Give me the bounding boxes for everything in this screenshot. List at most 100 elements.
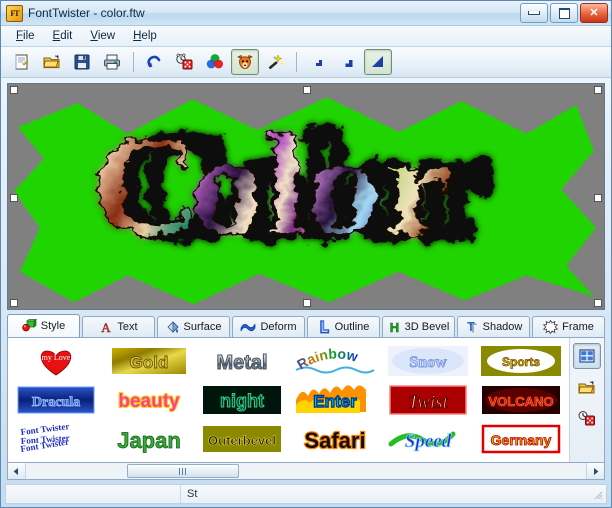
selection-handle[interactable] [594, 299, 602, 307]
tab-deform[interactable]: Deform [232, 316, 305, 337]
tab-style[interactable]: Style [7, 314, 80, 337]
open-folder-icon[interactable] [38, 49, 66, 75]
grip-line [185, 467, 187, 475]
gallery-item-japan[interactable]: Japan [104, 421, 195, 458]
size-small-icon[interactable] [304, 49, 332, 75]
gallery-item-font-twister[interactable]: Font Twister Font Twister Font Twister [11, 421, 102, 458]
color-circles-icon[interactable] [201, 49, 229, 75]
letter-h-icon: H [389, 320, 399, 334]
tab-strip: Style A Text Surface Deform Outline H 3D… [1, 310, 611, 337]
undo-icon[interactable] [141, 49, 169, 75]
style-preview: night [203, 385, 282, 414]
gallery-item-volcano[interactable]: VOLCANO [475, 381, 566, 418]
size-large-icon[interactable] [364, 49, 392, 75]
fox-head-icon[interactable] [231, 49, 259, 75]
gallery-item-metal[interactable]: Metal [197, 342, 288, 379]
tab-frame[interactable]: Frame [532, 316, 605, 337]
scroll-thumb[interactable] [126, 464, 239, 478]
gallery-item-twist[interactable]: Twist [382, 381, 473, 418]
gallery-item-beauty[interactable]: beauty beauty [104, 381, 195, 418]
gallery-item-germany[interactable]: Germany [475, 421, 566, 458]
tab-label: Text [117, 321, 138, 333]
status-bar: St [5, 484, 607, 504]
style-preview: Japan [117, 428, 181, 454]
menu-item-help[interactable]: Help [124, 28, 166, 44]
window-title: FontTwister - color.ftw [28, 6, 145, 20]
minimize-button[interactable] [520, 3, 548, 23]
gallery-item-gold[interactable]: Gold [104, 342, 195, 379]
selection-handle[interactable] [594, 193, 602, 202]
selection-handle[interactable] [10, 193, 18, 202]
menu-item-view[interactable]: View [81, 28, 124, 44]
window-controls: ✕ [520, 3, 608, 23]
gallery-item-speed[interactable]: Speed [382, 421, 473, 458]
tab-label: Shadow [482, 321, 523, 333]
tab-label: Style [40, 320, 66, 332]
wave-icon [241, 323, 256, 332]
style-preview: VOLCANO [481, 385, 560, 414]
tab-surface[interactable]: Surface [157, 316, 230, 337]
grid-view-icon[interactable] [573, 343, 601, 369]
gallery-item-enter[interactable]: Enter [290, 381, 381, 418]
gallery-item-safari[interactable]: Safari Safari [290, 421, 381, 458]
tab-shadow[interactable]: T T Shadow [457, 316, 530, 337]
print-icon[interactable] [98, 49, 126, 75]
style-gallery-area: my Love Gold Metal Rainbow Snow Sports D… [7, 337, 605, 463]
tab-text[interactable]: A Text [82, 316, 155, 337]
tab-outline[interactable]: Outline [307, 316, 380, 337]
gallery-item-dracula[interactable]: Dracula [11, 381, 102, 418]
svg-text:T: T [467, 320, 475, 334]
selection-handle[interactable] [303, 86, 311, 94]
save-disk-icon[interactable] [68, 49, 96, 75]
style-preview: Outerbevel [203, 426, 282, 453]
menu-item-edit[interactable]: Edit [44, 28, 82, 44]
scroll-left-button[interactable] [8, 463, 26, 479]
style-label: Snow [409, 354, 447, 371]
tab-label: Outline [334, 321, 370, 333]
tab-label: Frame [562, 321, 594, 333]
gallery-item-snow[interactable]: Snow [382, 342, 473, 379]
style-label: VOLCANO [488, 394, 553, 409]
style-preview: Gold [112, 347, 187, 374]
new-document-icon[interactable] [8, 49, 36, 75]
open-folder-icon[interactable] [573, 374, 601, 400]
design-canvas[interactable]: Color C o l o r [7, 83, 605, 310]
random-dice-clock-icon[interactable] [171, 49, 199, 75]
style-preview: Snow [387, 345, 468, 376]
gallery-item-night[interactable]: night [197, 381, 288, 418]
close-button[interactable]: ✕ [580, 3, 608, 23]
svg-text:l: l [265, 105, 307, 265]
gallery-item-my-love[interactable]: my Love [11, 342, 102, 379]
svg-text:A: A [102, 320, 112, 334]
scroll-right-button[interactable] [586, 463, 604, 479]
gallery-item-sports[interactable]: Sports [475, 342, 566, 379]
selection-handle[interactable] [10, 86, 18, 94]
tab-3d-bevel[interactable]: H 3D Bevel [382, 316, 455, 337]
maximize-button[interactable] [550, 3, 578, 23]
svg-text:H: H [389, 320, 398, 334]
gallery-item-rainbow[interactable]: Rainbow [290, 342, 381, 379]
chevron-right-icon [594, 467, 599, 475]
style-label: Sports [502, 355, 540, 369]
menu-item-file[interactable]: File [7, 28, 44, 44]
style-preview: beauty beauty [118, 390, 182, 413]
tab-label: Surface [183, 321, 222, 333]
gallery-item-outerbevel[interactable]: Outerbevel [197, 421, 288, 458]
style-label: Germany [490, 432, 551, 448]
gallery-side-buttons [569, 338, 604, 462]
random-dice-icon[interactable] [573, 405, 601, 431]
selection-handle[interactable] [594, 86, 602, 94]
style-label: Gold [130, 353, 169, 372]
style-label: night [220, 391, 264, 411]
selection-handle[interactable] [303, 299, 311, 307]
magic-wand-icon[interactable] [261, 49, 289, 75]
color-text-artwork: Color C o l o r [91, 97, 497, 273]
scroll-track[interactable] [26, 463, 586, 479]
size-medium-icon[interactable] [334, 49, 362, 75]
font-twister-icon: FT [6, 4, 23, 22]
resize-grip-icon[interactable] [591, 488, 603, 500]
style-preview: Sports [480, 345, 561, 376]
gallery-horizontal-scrollbar[interactable] [7, 463, 605, 480]
style-label: Outerbevel [208, 433, 276, 448]
selection-handle[interactable] [10, 299, 18, 307]
